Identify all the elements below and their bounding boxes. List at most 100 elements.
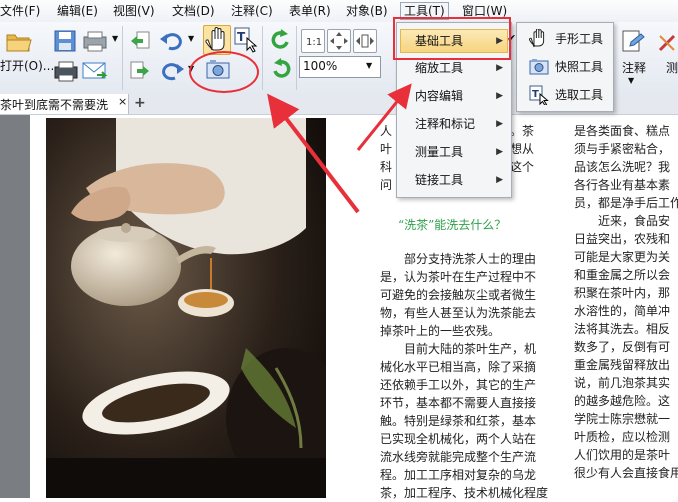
undo-icon[interactable] [158, 28, 186, 54]
menu-document[interactable]: 文档(D) [172, 3, 215, 19]
submenu-item-hand-tool[interactable]: ✔ 手形工具 [507, 26, 609, 52]
annotate-label[interactable]: 注释 [622, 59, 646, 76]
text-line: 各行各业有基本素 [574, 178, 671, 192]
menu-file[interactable]: 文件(F) [0, 3, 40, 19]
text-line: 和重金属之所以会 [574, 268, 671, 282]
menu-item-measure-tools[interactable]: 测量工具 ▶ [401, 141, 507, 163]
text-line: 流水线旁就能完成整个生产流 [380, 450, 537, 464]
menu-form[interactable]: 表单(R) [289, 3, 331, 19]
text-line: 日益突出，农残和 [574, 232, 671, 246]
close-icon[interactable]: × [118, 95, 127, 108]
submenu-item-label: 手形工具 [555, 32, 604, 46]
chevron-down-icon[interactable]: ▼ [188, 34, 194, 43]
menu-bar: 文件(F) 编辑(E) 视图(V) 文档(D) 注释(C) 表单(R) 对象(B… [0, 0, 678, 23]
text-line: 学院士陈宗懋就一 [574, 412, 671, 426]
next-view-icon[interactable] [128, 58, 152, 84]
submenu-arrow-icon: ▶ [496, 91, 503, 101]
zoom-value[interactable]: 100% [303, 59, 337, 73]
zoom-combo[interactable]: 100% ▼ [299, 56, 381, 78]
menu-item-zoom-tools[interactable]: 缩放工具 ▶ [401, 57, 507, 79]
email-icon[interactable] [80, 58, 110, 84]
text-line: 科 [380, 160, 393, 174]
submenu-item-select-tool[interactable]: T 选取工具 [521, 82, 609, 108]
submenu-item-snapshot-tool[interactable]: 快照工具 [521, 54, 609, 80]
chevron-down-icon[interactable]: ▼ [112, 34, 118, 43]
measure-label[interactable]: 测 [666, 59, 678, 76]
fit-page-icon[interactable] [327, 29, 351, 53]
submenu-item-label: 选取工具 [555, 88, 604, 102]
highlight-rectangle [393, 17, 511, 60]
submenu-arrow-icon: ▶ [496, 119, 503, 129]
text-line: 还依赖手工以外，其它的生产 [380, 378, 537, 392]
menu-object[interactable]: 对象(B) [346, 3, 388, 19]
text-line: 是各类面食、糕点 [574, 124, 671, 138]
submenu-item-label: 快照工具 [555, 60, 604, 74]
article-column-1: 部分支持洗茶人士的理由 是，认为茶叶在生产过程中不 可避免的会接触灰尘或者微生 … [380, 250, 548, 502]
menu-view[interactable]: 视图(V) [113, 3, 155, 19]
text-line: 问 [380, 178, 393, 192]
hand-icon [529, 28, 549, 49]
article-column-2: 是各类面食、糕点 须与手紧密粘合， 品该怎么洗呢？我 各行各业有基本素 员，都是… [574, 122, 678, 500]
text-line: 部分支持洗茶人士的理由 [380, 252, 537, 266]
text-line: 的越多越危险。这 [574, 394, 671, 408]
section-heading: “洗茶”能洗去什么？ [398, 218, 507, 232]
toolbar-separator [122, 26, 123, 90]
chevron-down-icon[interactable]: ▼ [366, 61, 372, 70]
menu-comment[interactable]: 注释(C) [231, 3, 273, 19]
text-line: 物，有些人甚至认为洗茶能去 [380, 306, 537, 320]
new-tab-icon[interactable]: + [134, 96, 148, 110]
document-tab[interactable]: 茶叶到底需不需要洗 × [0, 94, 129, 114]
text-line: 员，都是净手后工作 [574, 196, 678, 210]
save-icon[interactable] [52, 28, 78, 54]
text-line: 积聚在茶叶内，那 [574, 286, 671, 300]
select-text-icon[interactable]: T [232, 25, 260, 55]
text-line: 人们饮用的是茶叶 [574, 448, 671, 462]
print-icon[interactable] [52, 58, 80, 84]
menu-item-label: 链接工具 [415, 173, 464, 187]
text-line: 品该怎么洗呢？我 [574, 160, 671, 174]
previous-view-icon[interactable] [128, 28, 152, 54]
text-line: 法将其洗去。相反 [574, 322, 671, 336]
menu-item-content-editing[interactable]: 内容编辑 ▶ [401, 85, 507, 107]
text-line: 触。特别是绿茶和红茶，基本 [380, 414, 537, 428]
menu-item-label: 测量工具 [415, 145, 464, 159]
svg-text:1:1: 1:1 [306, 37, 322, 48]
tea-photo [46, 118, 326, 498]
fit-width-icon[interactable] [353, 29, 377, 53]
basic-tools-submenu: ✔ 手形工具 快照工具 T 选取工具 [507, 22, 614, 112]
rotate-counterclockwise-icon[interactable] [268, 27, 294, 55]
redo-icon[interactable] [158, 58, 186, 84]
open-label[interactable]: 打开(O)... [0, 57, 54, 74]
text-line: 是，认为茶叶在生产过程中不 [380, 270, 537, 284]
svg-text:T: T [532, 89, 539, 100]
text-line: 环节，基本都不需要人直接接 [380, 396, 537, 410]
actual-size-icon[interactable]: 1:1 [301, 29, 325, 53]
select-text-icon: T [529, 85, 549, 107]
text-line: 掉茶叶上的一些农残。 [380, 324, 501, 338]
chevron-down-icon[interactable]: ▼ [628, 76, 634, 85]
open-folder-icon[interactable] [4, 28, 34, 54]
menu-item-label: 注释和标记 [415, 117, 476, 131]
menu-item-label: 缩放工具 [415, 61, 464, 75]
text-line: 目前大陆的茶叶生产，机 [380, 342, 537, 356]
menu-item-link-tools[interactable]: 链接工具 ▶ [401, 169, 507, 191]
text-line: 茶，加工程序、技术机械化程度 [380, 486, 549, 500]
text-line: 水溶性的，简单冲 [574, 304, 671, 318]
text-line: 已实现全机械化，两个人站在 [380, 432, 537, 446]
text-line: 须与手紧密粘合， [574, 142, 671, 156]
submenu-arrow-icon: ▶ [496, 175, 503, 185]
text-line: 叶 [380, 142, 393, 156]
text-line: 程。加工工序相对复杂的乌龙 [380, 468, 537, 482]
submenu-arrow-icon: ▶ [496, 63, 503, 73]
rotate-clockwise-icon[interactable] [268, 56, 294, 84]
annotate-icon[interactable] [618, 27, 648, 57]
text-line: 械化水平已相当高，除了采摘 [380, 360, 537, 374]
document-tab-title[interactable]: 茶叶到底需不需要洗 [0, 96, 108, 113]
text-line: 近来，食品安 [574, 214, 671, 228]
camera-icon [529, 57, 549, 77]
measure-icon[interactable] [656, 27, 678, 57]
printer-icon[interactable] [80, 28, 112, 54]
highlight-oval [189, 51, 259, 93]
menu-item-comments-markup[interactable]: 注释和标记 ▶ [401, 113, 507, 135]
menu-edit[interactable]: 编辑(E) [57, 3, 98, 19]
